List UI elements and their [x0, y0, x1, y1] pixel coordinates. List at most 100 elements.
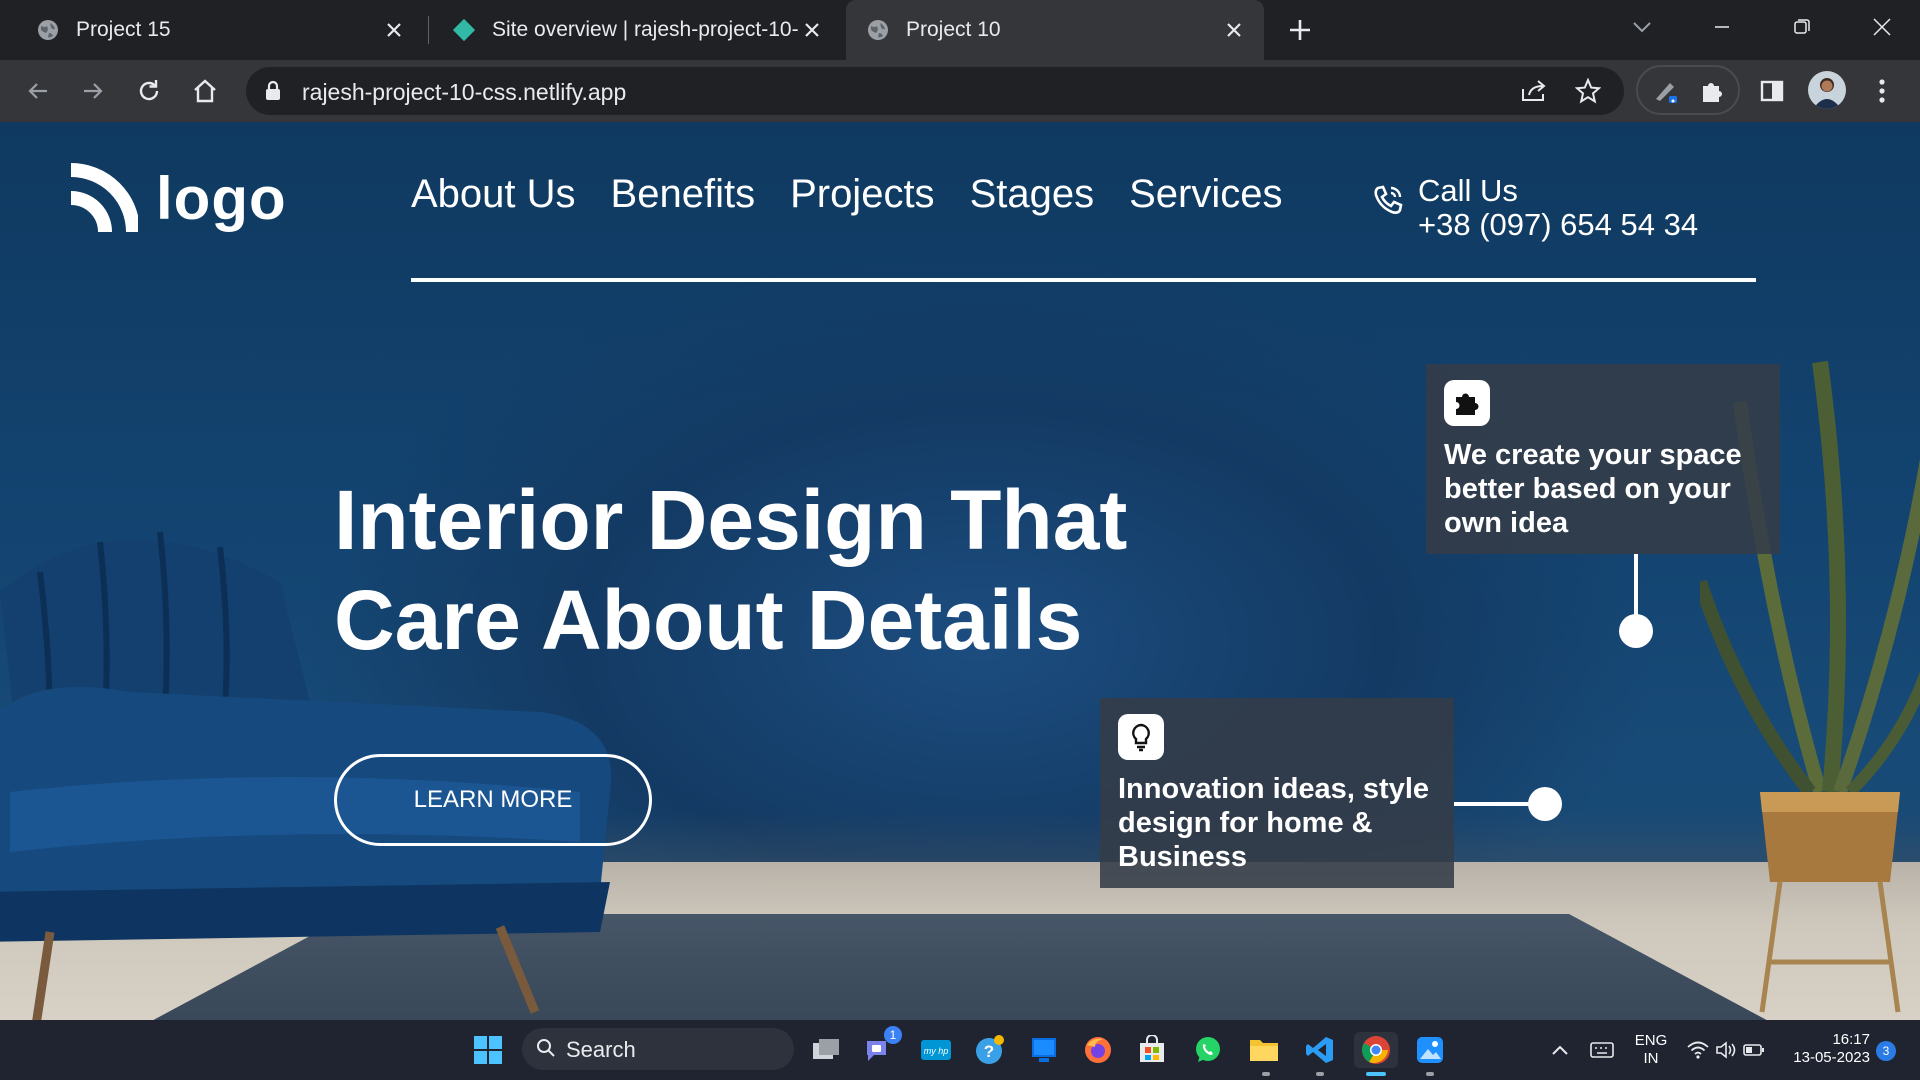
tab-site-overview[interactable]: Site overview | rajesh-project-10- — [432, 0, 842, 60]
nav-projects[interactable]: Projects — [790, 172, 935, 217]
phone-icon — [1372, 184, 1404, 221]
page-viewport: logo About Us Benefits Projects Stages S… — [0, 122, 1920, 1020]
hero-title-line-1: Interior Design That — [334, 473, 1128, 567]
nav-services[interactable]: Services — [1129, 172, 1282, 217]
menu-button[interactable] — [1864, 73, 1900, 109]
battery-icon — [1743, 1044, 1764, 1056]
get-help-app[interactable]: ? — [972, 1032, 1008, 1068]
globe-icon — [866, 18, 890, 42]
new-tab-button[interactable] — [1282, 14, 1318, 46]
nav-benefits[interactable]: Benefits — [611, 172, 756, 217]
quick-settings[interactable] — [1684, 1032, 1768, 1068]
more-vert-icon — [1879, 79, 1885, 103]
reload-icon — [139, 80, 159, 101]
tab-project-15[interactable]: Project 15 — [0, 0, 424, 60]
file-explorer-app[interactable] — [1246, 1032, 1282, 1068]
share-icon[interactable] — [1520, 77, 1548, 105]
back-button[interactable] — [20, 73, 56, 109]
clock[interactable]: 16:17 13-05-2023 — [1780, 1031, 1870, 1067]
show-hidden-icons-button[interactable] — [1542, 1032, 1578, 1068]
browser-toolbar: rajesh-project-10-css.netlify.app — [0, 60, 1920, 122]
pen-extension-icon[interactable] — [1652, 77, 1680, 110]
close-icon[interactable] — [800, 18, 824, 42]
restore-button[interactable] — [1772, 0, 1832, 54]
wifi-icon — [1687, 1041, 1709, 1059]
tab-search-button[interactable] — [1612, 0, 1672, 54]
photos-app[interactable] — [1412, 1032, 1448, 1068]
hotspot-dot[interactable] — [1619, 614, 1653, 648]
profile-avatar[interactable] — [1808, 71, 1846, 109]
tab-title: Project 15 — [76, 18, 171, 41]
logo-icon — [70, 163, 138, 233]
close-icon[interactable] — [382, 18, 406, 42]
language-indicator[interactable]: ENG IN — [1628, 1032, 1674, 1068]
firefox-app[interactable] — [1080, 1032, 1116, 1068]
touch-keyboard-button[interactable] — [1584, 1032, 1620, 1068]
photos-icon — [1417, 1037, 1443, 1063]
windows-taskbar: Search 1 my hp ? ENG IN 16:17 13-05-2023… — [0, 1020, 1920, 1080]
chrome-app[interactable] — [1354, 1032, 1398, 1068]
running-indicator — [1426, 1072, 1434, 1076]
store-app[interactable] — [1134, 1032, 1170, 1068]
active-indicator — [1366, 1072, 1386, 1076]
myhp-icon: my hp — [921, 1040, 951, 1060]
region-code: IN — [1643, 1050, 1659, 1067]
store-icon — [1140, 1035, 1164, 1062]
feature-card-innovation: Innovation ideas, style design for home … — [1100, 698, 1454, 888]
address-bar[interactable]: rajesh-project-10-css.netlify.app — [246, 67, 1624, 115]
svg-text:my hp: my hp — [924, 1046, 949, 1056]
globe-icon — [36, 18, 60, 42]
svg-text:?: ? — [984, 1042, 994, 1061]
side-panel-button[interactable] — [1754, 73, 1790, 109]
call-us-block[interactable]: Call Us +38 (097) 654 54 34 — [1372, 174, 1698, 242]
forward-button[interactable] — [75, 73, 111, 109]
netlify-icon — [452, 18, 476, 42]
tab-title: Site overview | rajesh-project-10- — [492, 18, 799, 41]
running-indicator — [1316, 1072, 1324, 1076]
keyboard-icon — [1590, 1042, 1614, 1058]
firefox-icon — [1085, 1037, 1111, 1063]
clock-time: 16:17 — [1832, 1031, 1870, 1048]
home-button[interactable] — [187, 73, 223, 109]
nav-stages[interactable]: Stages — [970, 172, 1095, 217]
arrow-left-icon — [28, 83, 47, 99]
star-icon[interactable] — [1574, 77, 1602, 105]
main-navigation: About Us Benefits Projects Stages Servic… — [411, 172, 1317, 217]
call-us-label: Call Us — [1418, 173, 1518, 208]
chevron-up-icon — [1552, 1045, 1568, 1055]
notification-badge[interactable]: 3 — [1876, 1041, 1896, 1061]
whatsapp-app[interactable] — [1190, 1032, 1226, 1068]
myhp-app[interactable]: my hp — [918, 1032, 954, 1068]
clock-date: 13-05-2023 — [1793, 1049, 1870, 1066]
nav-about-us[interactable]: About Us — [411, 172, 576, 217]
task-view-button[interactable] — [808, 1032, 844, 1068]
hero-title: Interior Design That Care About Details — [334, 470, 1234, 670]
learn-more-button[interactable]: LEARN MORE — [334, 754, 652, 846]
close-icon[interactable] — [1222, 18, 1246, 42]
taskbar-search[interactable]: Search — [522, 1028, 794, 1070]
home-icon — [194, 79, 216, 103]
phone-number[interactable]: +38 (097) 654 54 34 — [1418, 208, 1698, 242]
side-panel-icon — [1760, 80, 1784, 102]
close-window-button[interactable] — [1852, 0, 1912, 54]
reload-button[interactable] — [131, 73, 167, 109]
desktop-app[interactable] — [1026, 1032, 1062, 1068]
logo-text: logo — [156, 164, 287, 232]
minimize-button[interactable] — [1692, 0, 1752, 54]
task-view-icon — [813, 1039, 839, 1059]
arrow-right-icon — [84, 83, 103, 99]
teams-app[interactable]: 1 — [862, 1026, 902, 1068]
puzzle-icon — [1444, 380, 1490, 426]
chevron-down-icon — [1633, 22, 1651, 33]
puzzle-icon[interactable] — [1698, 77, 1726, 110]
hotspot-dot[interactable] — [1528, 787, 1562, 821]
start-button[interactable] — [470, 1032, 506, 1068]
search-icon — [536, 1038, 556, 1063]
vscode-app[interactable] — [1302, 1032, 1338, 1068]
lock-icon[interactable] — [264, 80, 282, 107]
site-logo[interactable]: logo — [68, 162, 287, 234]
lightbulb-icon — [1118, 714, 1164, 760]
teams-badge: 1 — [884, 1026, 902, 1044]
tab-project-10[interactable]: Project 10 — [846, 0, 1264, 60]
language-code: ENG — [1634, 1032, 1668, 1049]
